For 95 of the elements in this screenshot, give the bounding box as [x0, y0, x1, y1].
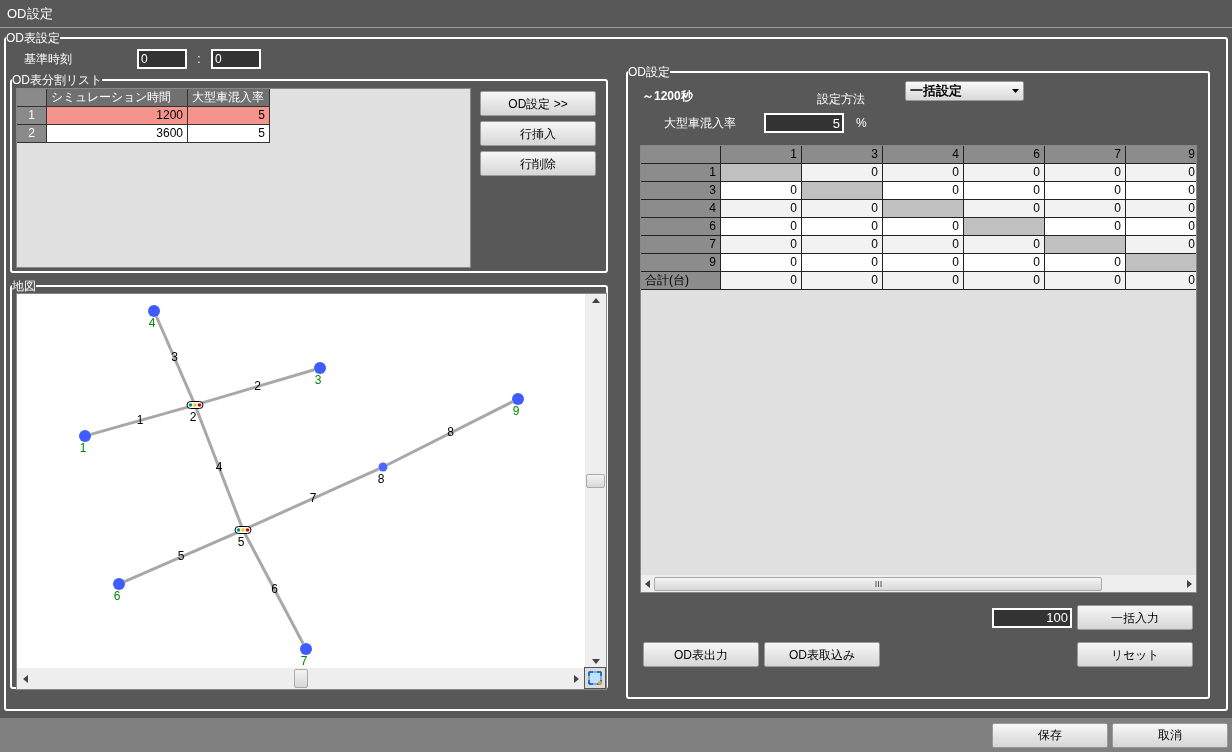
table-cell: 5	[188, 125, 270, 143]
list-row[interactable]: 2 3600 5	[17, 125, 270, 143]
table-cell[interactable]: 0	[1126, 272, 1196, 290]
expand-icon	[587, 670, 603, 686]
node-label: 2	[189, 410, 197, 424]
row-header: 1	[641, 164, 721, 182]
table-cell[interactable]: 0	[964, 272, 1045, 290]
hour-field[interactable]: 0	[137, 49, 187, 69]
map-node[interactable]	[314, 362, 326, 374]
group-title: 地図	[12, 279, 36, 293]
traffic-signal-icon[interactable]	[186, 401, 204, 409]
right-arrow-icon[interactable]	[1187, 579, 1192, 588]
node-label: 8	[377, 472, 385, 486]
list-row[interactable]: 1 1200 5	[17, 107, 270, 125]
disabled-cell	[1126, 254, 1196, 272]
scrollbar-thumb[interactable]	[586, 474, 605, 488]
scrollbar-thumb[interactable]	[294, 669, 308, 688]
node-label: 7	[300, 654, 308, 668]
link-label: 5	[177, 549, 185, 564]
column-header: 9	[1126, 146, 1196, 164]
column-header: 4	[883, 146, 964, 164]
reset-button[interactable]: リセット	[1077, 642, 1193, 667]
row-header: 2	[17, 125, 47, 143]
table-cell[interactable]: 0	[1045, 272, 1126, 290]
left-arrow-icon[interactable]	[23, 674, 28, 683]
footer-button[interactable]: 保存	[992, 722, 1108, 748]
row-header: 1	[17, 107, 47, 125]
left-arrow-icon[interactable]	[645, 579, 650, 588]
bulk-value-field[interactable]: 100	[992, 607, 1072, 628]
row-header: 3	[641, 182, 721, 200]
table-cell[interactable]: 0	[883, 272, 964, 290]
field-label: 基準時刻	[24, 51, 73, 68]
row-header: 合計(台)	[641, 272, 721, 290]
link-label: 3	[171, 350, 178, 365]
table-cell: 3600	[47, 125, 188, 143]
map-node[interactable]	[79, 430, 91, 442]
action-button[interactable]: 行挿入	[480, 121, 596, 146]
map-node[interactable]	[300, 643, 312, 655]
action-button[interactable]: 行削除	[480, 151, 596, 176]
up-arrow-icon[interactable]	[591, 298, 600, 303]
bulk-input-button[interactable]: 一括入力	[1077, 605, 1193, 630]
vertical-scrollbar[interactable]	[585, 294, 606, 668]
field-label: 大型車混入率	[664, 115, 737, 132]
column-header: 7	[1045, 146, 1126, 164]
traffic-signal-icon[interactable]	[234, 526, 252, 534]
column-header: 6	[964, 146, 1045, 164]
node-label: 4	[148, 316, 156, 330]
link-label: 2	[254, 378, 261, 393]
horizontal-scrollbar[interactable]	[17, 668, 585, 689]
down-arrow-icon[interactable]	[591, 659, 600, 664]
row-header: 9	[641, 254, 721, 272]
column-header: シミュレーション時間	[47, 89, 188, 107]
fit-view-button[interactable]	[584, 667, 606, 689]
row-header: 7	[641, 236, 721, 254]
node-label: 6	[113, 589, 121, 603]
group-title: OD表分割リスト	[12, 73, 102, 87]
period-label: ～1200秒	[642, 88, 694, 105]
link-label: 6	[271, 581, 278, 596]
row-header: 4	[641, 200, 721, 218]
import-button[interactable]: OD表取込み	[764, 642, 880, 667]
map-node[interactable]	[113, 578, 125, 590]
time-separator: :	[196, 51, 202, 68]
map-node[interactable]	[148, 305, 160, 317]
map-node[interactable]	[512, 393, 524, 405]
group-title: OD表設定	[6, 31, 60, 45]
scrollbar-thumb[interactable]	[654, 576, 1102, 591]
action-button[interactable]: OD設定 >>	[480, 91, 596, 116]
table-cell[interactable]: 0	[802, 272, 883, 290]
node-label: 3	[314, 373, 322, 387]
minute-field[interactable]: 0	[211, 49, 261, 69]
window-title: OD設定	[7, 4, 53, 23]
horizontal-scrollbar[interactable]	[641, 575, 1196, 592]
link-label: 8	[447, 425, 454, 440]
footer-button[interactable]: 取消	[1112, 722, 1228, 748]
caret-icon	[1012, 89, 1019, 93]
node-label: 5	[237, 535, 245, 549]
row-header: 6	[641, 218, 721, 236]
column-header: 大型車混入率	[188, 89, 270, 107]
group-title: OD設定	[628, 65, 670, 79]
link-label: 1	[136, 412, 144, 427]
heavy-rate-field[interactable]: 5	[764, 113, 844, 133]
map-node[interactable]	[378, 462, 388, 472]
unit-label: %	[856, 115, 867, 132]
link-label: 4	[215, 459, 223, 474]
method-dropdown[interactable]: 一括設定	[905, 81, 1024, 101]
field-label: 設定方法	[817, 91, 866, 108]
export-button[interactable]: OD表出力	[643, 642, 759, 667]
column-header: 3	[802, 146, 883, 164]
column-header: 1	[721, 146, 802, 164]
node-label: 1	[79, 441, 87, 455]
grip-icon	[874, 580, 882, 587]
table-cell[interactable]: 0	[721, 272, 802, 290]
link-label: 7	[309, 490, 317, 505]
node-label: 9	[512, 404, 520, 418]
right-arrow-icon[interactable]	[574, 674, 579, 683]
